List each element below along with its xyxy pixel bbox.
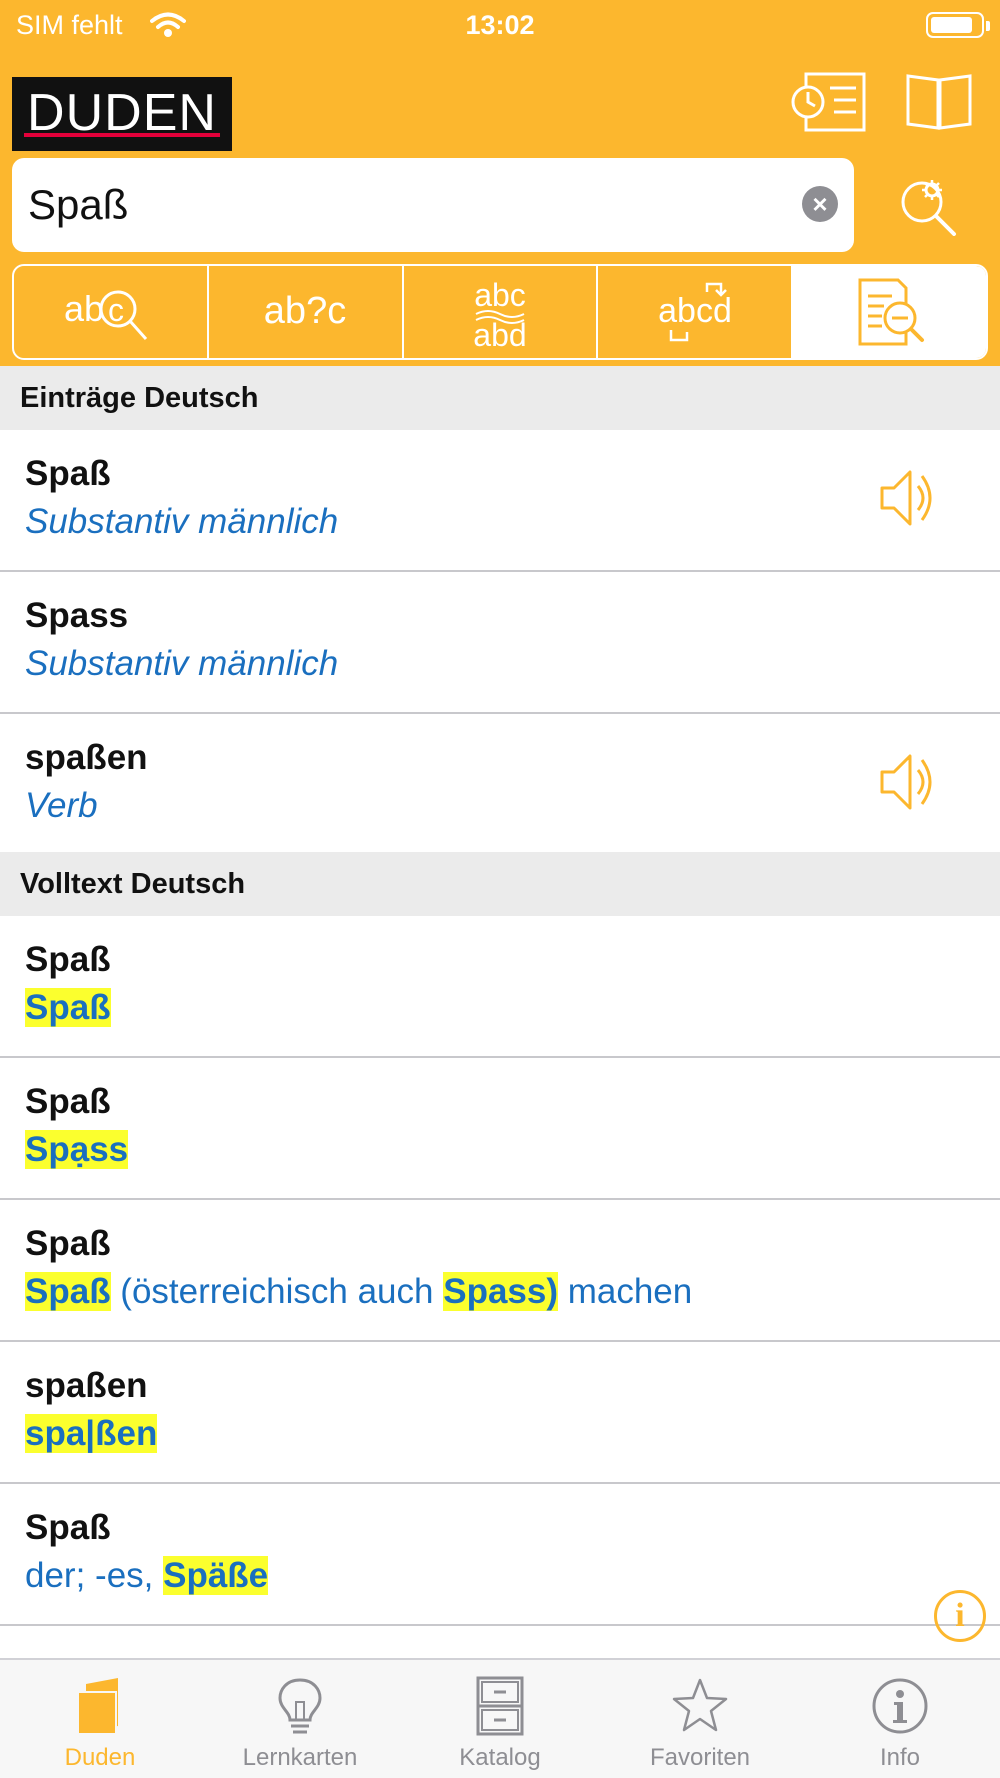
search-mode-selector: ab c ab?c abc abd abcd (12, 264, 988, 360)
search-box: × (12, 158, 854, 252)
entry-snippet: Spạss (25, 1130, 129, 1169)
list-item[interactable]: Spaß Spaß (0, 916, 1000, 1058)
entry-title: Spaß (25, 1508, 111, 1547)
info-circle-icon (872, 1678, 928, 1734)
section-header-entries: Einträge Deutsch (0, 366, 1000, 430)
svg-text:ab?c: ab?c (264, 290, 346, 332)
tab-katalog[interactable]: Katalog (400, 1660, 600, 1778)
svg-text:c: c (108, 292, 124, 328)
list-item[interactable]: Spaß Substantiv männlich (0, 430, 1000, 572)
tab-lernkarten[interactable]: Lernkarten (200, 1660, 400, 1778)
tab-duden[interactable]: Duden (0, 1660, 200, 1778)
mode-anagram[interactable]: abcd (598, 266, 794, 358)
tab-info[interactable]: Info (800, 1660, 1000, 1778)
clock: 13:02 (465, 10, 535, 40)
star-icon (672, 1678, 728, 1732)
similar-icon: abc abd (473, 277, 526, 352)
battery-icon (926, 12, 990, 38)
entry-title: spaßen (25, 738, 148, 777)
entry-snippet: Spaß (österreichisch auch Spass) machen (25, 1272, 693, 1311)
list-item[interactable]: spaßen Verb (0, 714, 1000, 852)
fulltext-search-icon (858, 278, 924, 346)
entry-snippet: Spaß (25, 988, 111, 1027)
app-header: SIM fehlt 13:02 DUDEN × (0, 0, 1000, 366)
list-item[interactable]: Spass Substantiv männlich (0, 572, 1000, 714)
svg-text:abcd: abcd (658, 292, 732, 330)
entry-title: Spaß (25, 940, 111, 979)
list-item[interactable]: spaßen spa|ßen (0, 1342, 1000, 1484)
entry-snippet: spa|ßen (25, 1414, 158, 1453)
entry-snippet: der; -es, Späße (25, 1556, 269, 1595)
status-bar: SIM fehlt 13:02 (0, 0, 1000, 52)
dictionary-icon (77, 1678, 118, 1735)
speaker-icon[interactable] (876, 466, 936, 530)
entry-title: Spaß (25, 454, 111, 493)
search-letter-icon: ab c (64, 288, 148, 340)
entry-title: Spass (25, 596, 129, 635)
entry-title: Spaß (25, 1224, 111, 1263)
entry-subtitle: Verb (25, 786, 98, 825)
mode-similar[interactable]: abc abd (404, 266, 599, 358)
svg-text:ab: ab (64, 288, 104, 329)
book-icon[interactable] (904, 72, 974, 132)
entry-subtitle: Substantiv männlich (25, 502, 339, 541)
history-icon[interactable] (790, 72, 866, 132)
speaker-icon[interactable] (876, 750, 936, 814)
entry-title: spaßen (25, 1366, 148, 1405)
list-item[interactable]: Spaß Spaß (österreichisch auch Spass) ma… (0, 1200, 1000, 1342)
entry-title: Spaß (25, 1082, 111, 1121)
svg-text:abd: abd (473, 317, 526, 352)
mode-fulltext[interactable] (793, 266, 986, 358)
tab-favoriten[interactable]: Favoriten (600, 1660, 800, 1778)
info-icon[interactable]: i (934, 1590, 986, 1642)
clear-icon[interactable]: × (802, 186, 838, 222)
svg-text:abc: abc (474, 277, 526, 313)
search-settings-icon[interactable] (896, 176, 960, 236)
entry-subtitle: Substantiv männlich (25, 644, 339, 683)
list-item[interactable]: Spaß Spạss (0, 1058, 1000, 1200)
wildcard-icon: ab?c (264, 290, 346, 332)
mode-search-letter[interactable]: ab c (14, 266, 209, 358)
anagram-icon: abcd (658, 282, 732, 342)
mode-wildcard[interactable]: ab?c (209, 266, 404, 358)
search-input[interactable] (28, 178, 788, 232)
cabinet-icon (476, 1676, 524, 1736)
tab-bar: Duden Lernkarten Katalog Favoriten Info (0, 1658, 1000, 1778)
list-item[interactable]: Spaß der; -es, Späße (0, 1484, 1000, 1626)
section-header-fulltext: Volltext Deutsch (0, 852, 1000, 916)
lightbulb-icon (278, 1678, 322, 1734)
duden-logo: DUDEN (12, 77, 232, 151)
